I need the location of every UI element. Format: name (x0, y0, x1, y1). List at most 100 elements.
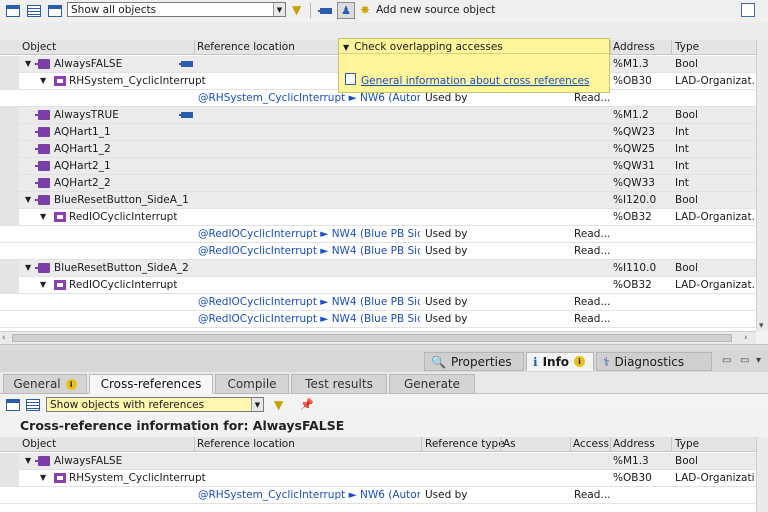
tab-diagnostics[interactable]: ⚕ Diagnostics (596, 352, 712, 371)
tab-properties[interactable]: 🔍 Properties (424, 352, 524, 371)
subtab-generate[interactable]: Generate (389, 374, 475, 394)
block-icon (54, 473, 66, 483)
collapse-arrow-icon[interactable]: ▼ (25, 59, 31, 68)
expand-all-icon[interactable] (5, 398, 21, 412)
col-object[interactable]: Object (22, 438, 56, 450)
table-row[interactable]: ▼ RedIOCyclicInterrupt %OB32 LAD-Organizat.… (0, 209, 756, 226)
collapse-arrow-icon[interactable]: ▼ (25, 263, 31, 272)
cell-object: RedIOCyclicInterrupt (69, 279, 178, 291)
collapse-all-icon[interactable] (26, 4, 42, 18)
collapse-arrow-icon[interactable]: ▼ (40, 76, 46, 85)
cell-access: Read... (574, 489, 611, 501)
subtab-general-label: General (13, 377, 61, 391)
add-source-object-button[interactable]: ✸ Add new source object (360, 3, 495, 17)
collapse-arrow-icon[interactable]: ▼ (40, 473, 46, 482)
cell-address: %QW31 (613, 160, 655, 172)
reference-row[interactable]: @RHSystem_CyclicInterrupt ► NW6 (Automat… (0, 487, 756, 504)
info-sub-tabs: General i Cross-references Compile Test … (0, 372, 768, 394)
table-row[interactable]: AlwaysTRUE %M1.2 Bool (0, 107, 756, 124)
cell-reference-link[interactable]: @RHSystem_CyclicInterrupt ► NW6 (Automat… (198, 489, 420, 501)
reference-row[interactable]: @RedIOCyclicInterrupt ► NW4 (Blue PB Sid… (0, 311, 756, 328)
xref-grid-header: Object Reference location Reference type… (0, 437, 756, 452)
table-row[interactable]: AQHart1_2 %QW25 Int (0, 141, 756, 158)
scrollbar-thumb[interactable] (12, 334, 732, 342)
collapse-arrow-icon[interactable]: ▼ (40, 212, 46, 221)
table-row[interactable]: ▼ RHSystem_CyclicInterrupt %OB30 LAD-Organi… (0, 470, 756, 487)
tooltip-help-link[interactable]: General information about cross referenc… (361, 75, 589, 87)
cell-address: %I110.0 (613, 262, 657, 274)
subtab-test-results-label: Test results (305, 377, 373, 391)
show-references-button[interactable]: ♟ (337, 2, 355, 19)
table-row[interactable]: ▼ BlueResetButton_SideA_2 %I110.0 Bool (0, 260, 756, 277)
col-reference-location[interactable]: Reference location (197, 41, 295, 53)
table-row[interactable]: AQHart2_2 %QW33 Int (0, 175, 756, 192)
cell-address: %OB32 (613, 279, 652, 291)
col-type[interactable]: Type (675, 438, 699, 450)
chevron-down-icon[interactable]: ▼ (273, 3, 285, 16)
cell-object: AQHart1_1 (54, 126, 111, 138)
table-row[interactable]: ▼ RedIOCyclicInterrupt %OB32 LAD-Organizat.… (0, 277, 756, 294)
table-row[interactable]: ▼ AlwaysFALSE %M1.3 Bool (0, 453, 756, 470)
filter-icon[interactable]: ▼ (274, 398, 283, 412)
cell-type: Bool (675, 262, 698, 274)
table-view-icon[interactable] (47, 4, 63, 18)
reference-row[interactable]: @RedIOCyclicInterrupt ► NW4 (Blue PB Sid… (0, 243, 756, 260)
restore-icon[interactable]: ▭ (722, 355, 731, 366)
col-as[interactable]: As (503, 438, 516, 450)
scroll-right-icon[interactable]: › (744, 333, 748, 343)
col-object[interactable]: Object (22, 41, 56, 53)
row-gutter (0, 175, 19, 191)
subtab-compile[interactable]: Compile (215, 374, 289, 394)
table-view-icon[interactable] (25, 398, 41, 412)
col-reference-location[interactable]: Reference location (197, 438, 295, 450)
chevron-down-icon[interactable]: ▼ (251, 398, 263, 411)
scroll-down-icon[interactable]: ▾ (759, 321, 764, 331)
collapse-entries-button[interactable] (317, 2, 335, 19)
grid-horizontal-scrollbar[interactable]: ‹ › (0, 331, 756, 344)
add-source-label: Add new source object (376, 4, 496, 16)
tab-info[interactable]: ℹ Info i (526, 352, 594, 371)
xref-vertical-scrollbar[interactable] (756, 437, 768, 512)
scroll-left-icon[interactable]: ‹ (2, 333, 6, 343)
cell-reference-link[interactable]: @RedIOCyclicInterrupt ► NW4 (Blue PB Sid… (198, 228, 420, 240)
cell-reference-link[interactable]: @RHSystem_CyclicInterrupt ► NW6 (Automat… (198, 92, 420, 104)
cell-address: %OB32 (613, 211, 652, 223)
panel-menu-icon[interactable]: ▾ (756, 355, 761, 366)
window-layout-icon[interactable] (741, 3, 755, 17)
row-gutter (0, 470, 19, 486)
col-type[interactable]: Type (675, 41, 699, 53)
cell-reference-link[interactable]: @RedIOCyclicInterrupt ► NW4 (Blue PB Sid… (198, 296, 420, 308)
subtab-test-results[interactable]: Test results (291, 374, 387, 394)
expand-all-icon[interactable] (5, 4, 21, 18)
col-address[interactable]: Address (613, 438, 655, 450)
maximize-icon[interactable]: ▭ (740, 355, 749, 366)
row-gutter (0, 141, 19, 157)
collapse-arrow-icon[interactable]: ▼ (343, 43, 349, 52)
col-reference-type[interactable]: Reference type (425, 438, 505, 450)
cell-reference-link[interactable]: @RedIOCyclicInterrupt ► NW4 (Blue PB Sid… (198, 313, 420, 325)
block-icon (54, 76, 66, 86)
table-row[interactable]: AQHart2_1 %QW31 Int (0, 158, 756, 175)
table-row[interactable]: AQHart1_1 %QW23 Int (0, 124, 756, 141)
subtab-cross-references[interactable]: Cross-references (89, 374, 213, 394)
pin-icon[interactable]: 📌 (300, 398, 314, 411)
reference-row[interactable]: @RedIOCyclicInterrupt ► NW4 (Blue PB Sid… (0, 226, 756, 243)
collapse-arrow-icon[interactable]: ▼ (25, 456, 31, 465)
table-row[interactable]: ▼ BlueResetButton_SideA_1 %I120.0 Bool (0, 192, 756, 209)
reference-filter-select[interactable]: Show objects with references ▼ (46, 397, 264, 412)
cell-address: %QW25 (613, 143, 655, 155)
filter-icon[interactable]: ▼ (292, 3, 301, 17)
subtab-general[interactable]: General i (3, 374, 87, 394)
col-access[interactable]: Access (573, 438, 609, 450)
object-filter-select[interactable]: Show all objects ▼ (67, 2, 286, 17)
tag-icon (35, 263, 50, 273)
cell-reference-link[interactable]: @RedIOCyclicInterrupt ► NW4 (Blue PB Sid… (198, 245, 420, 257)
reference-row[interactable]: @RedIOCyclicInterrupt ► NW4 (Blue PB Sid… (0, 294, 756, 311)
tag-icon (35, 456, 50, 466)
block-icon (54, 280, 66, 290)
collapse-arrow-icon[interactable]: ▼ (25, 195, 31, 204)
grid-vertical-scrollbar[interactable]: ▾ (756, 40, 768, 331)
col-address[interactable]: Address (613, 41, 655, 53)
collapse-arrow-icon[interactable]: ▼ (40, 280, 46, 289)
help-document-icon (345, 73, 356, 85)
